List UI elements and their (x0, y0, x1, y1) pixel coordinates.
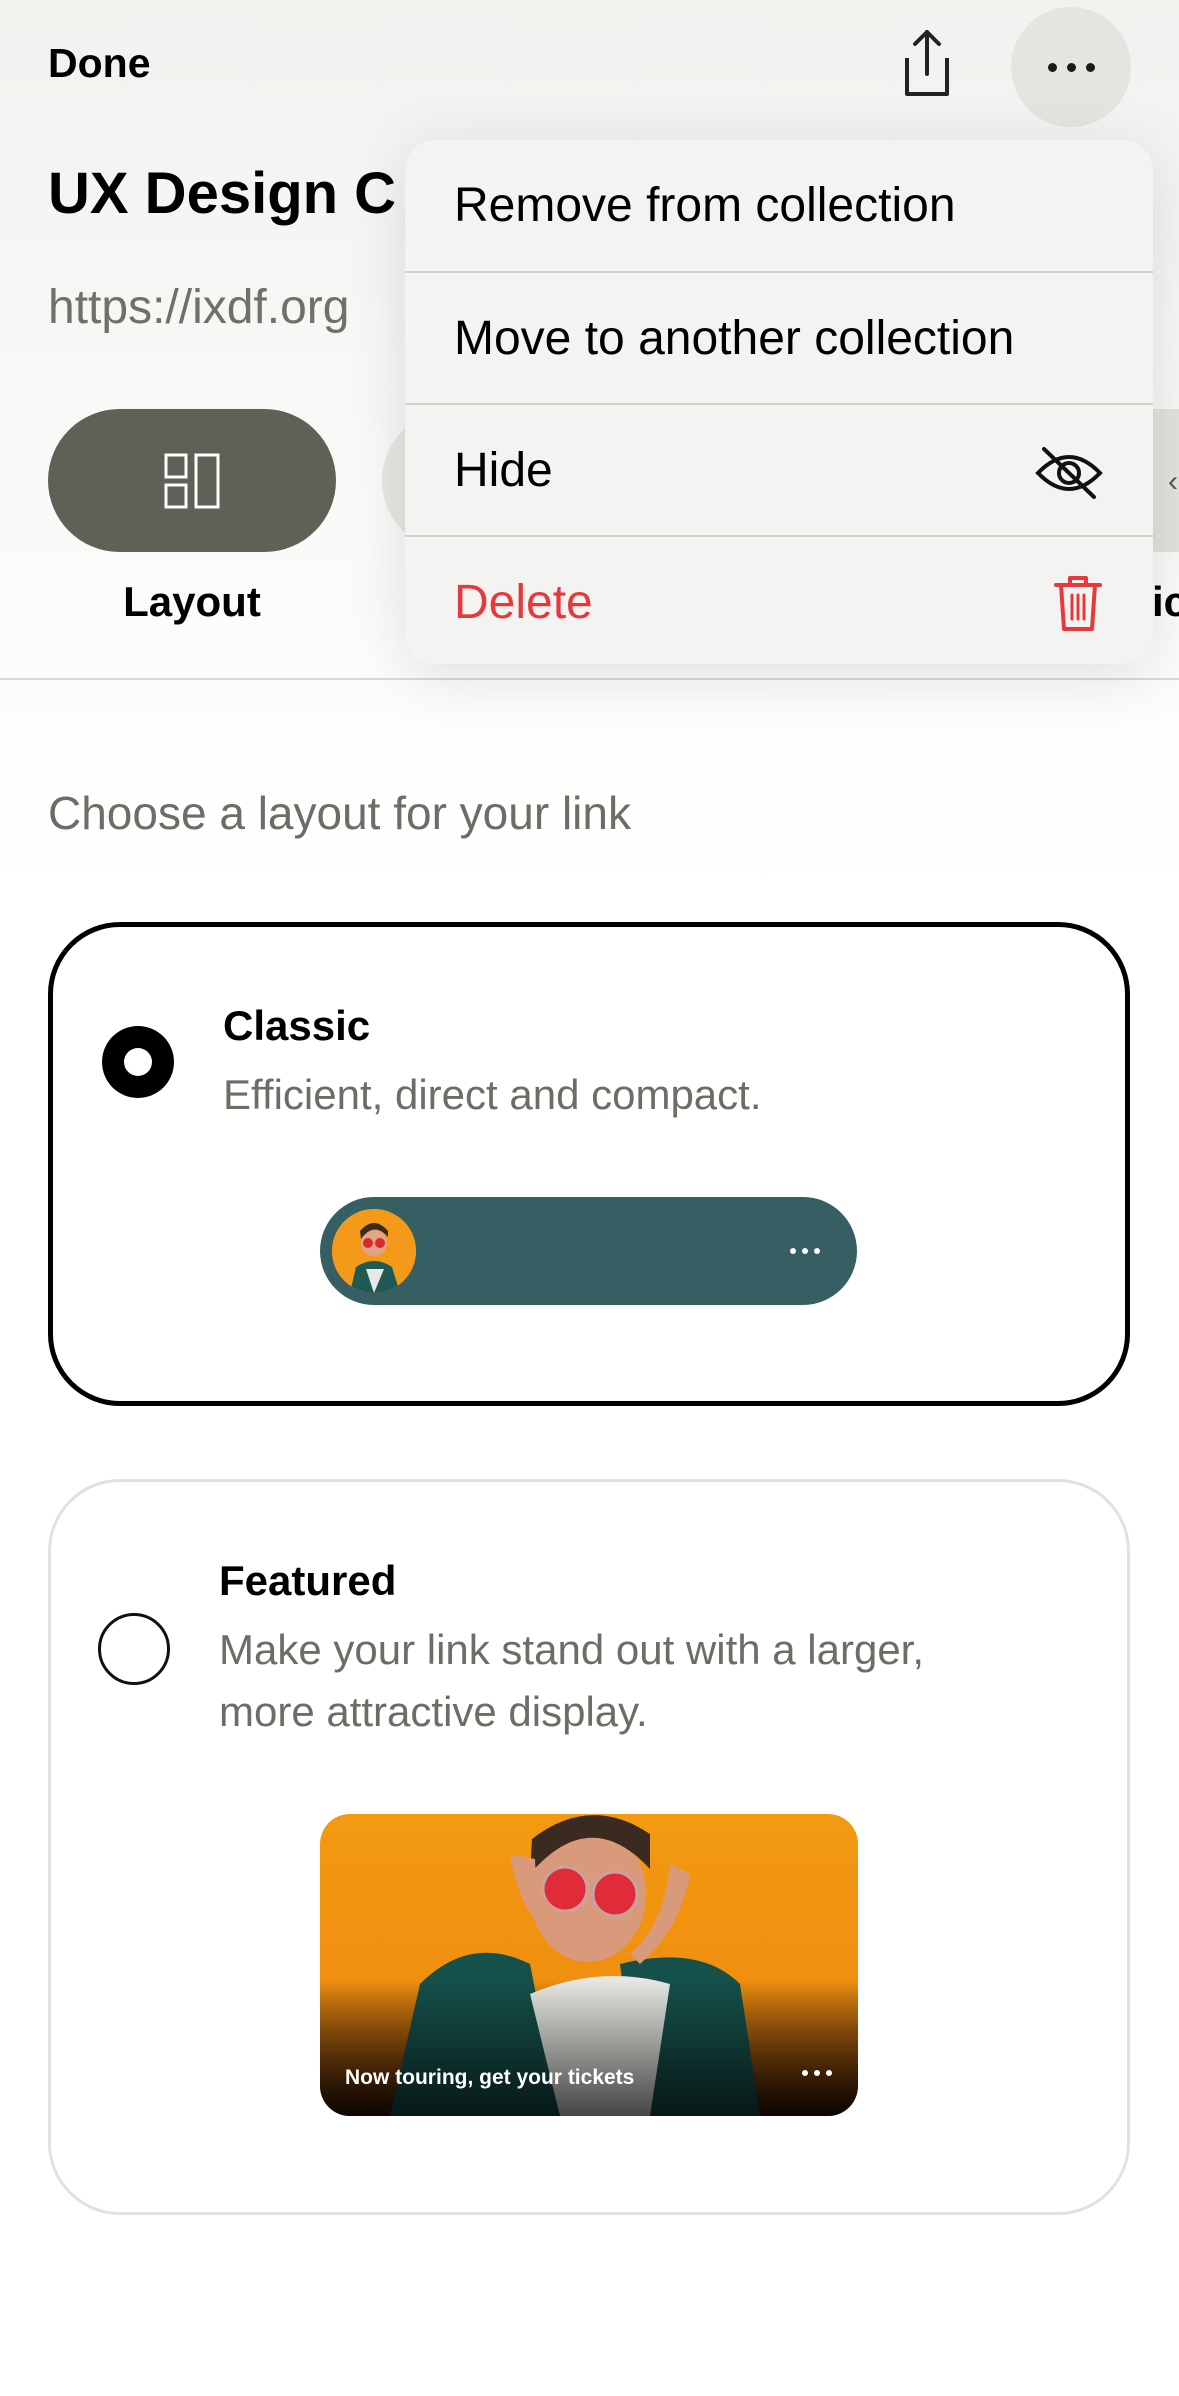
menu-item-move-to-another-collection[interactable]: Move to another collection (405, 273, 1153, 404)
menu-item-delete[interactable]: Delete (405, 537, 1153, 664)
menu-item-remove-from-collection[interactable]: Remove from collection (405, 140, 1153, 271)
option-title-classic: Classic (223, 1002, 371, 1049)
more-icon[interactable] (790, 1248, 820, 1254)
option-desc-featured-line1: Make your link stand out with a larger, (219, 1626, 925, 1673)
menu-item-hide[interactable]: Hide (405, 405, 1153, 536)
option-desc-classic: Efficient, direct and compact. (223, 1071, 762, 1118)
more-icon[interactable] (802, 2070, 832, 2076)
radio-featured[interactable] (98, 1613, 170, 1685)
featured-preview-caption: Now touring, get your tickets (345, 2066, 635, 2089)
menu-item-label: Delete (454, 576, 593, 629)
divider (0, 678, 1179, 680)
more-options-button[interactable] (1011, 7, 1131, 127)
option-desc-featured-line2: more attractive display. (219, 1688, 648, 1735)
layout-option-classic[interactable] (48, 922, 1130, 1406)
share-icon[interactable] (895, 28, 959, 100)
chevron-icon: ‹ (1168, 465, 1178, 498)
trash-icon (1052, 573, 1104, 633)
menu-item-label: Hide (454, 444, 553, 497)
link-url: https://ixdf.org (48, 281, 350, 334)
tab-layout-label: Layout (123, 578, 261, 625)
layout-icon (164, 453, 220, 508)
layout-prompt: Choose a layout for your link (48, 787, 631, 839)
option-title-featured: Featured (219, 1557, 397, 1604)
done-button[interactable]: Done (48, 40, 151, 87)
tab-third-label: ic (1152, 578, 1179, 625)
context-menu: Remove from collection Move to another c… (405, 140, 1153, 664)
eye-off-icon (1034, 445, 1104, 501)
avatar (332, 1209, 416, 1293)
tab-layout[interactable] (48, 409, 336, 552)
menu-item-label: Move to another collection (454, 312, 1015, 365)
menu-item-label: Remove from collection (454, 179, 956, 232)
link-title: UX Design C (48, 161, 397, 226)
radio-classic[interactable] (102, 1026, 174, 1098)
more-icon (1047, 62, 1057, 72)
